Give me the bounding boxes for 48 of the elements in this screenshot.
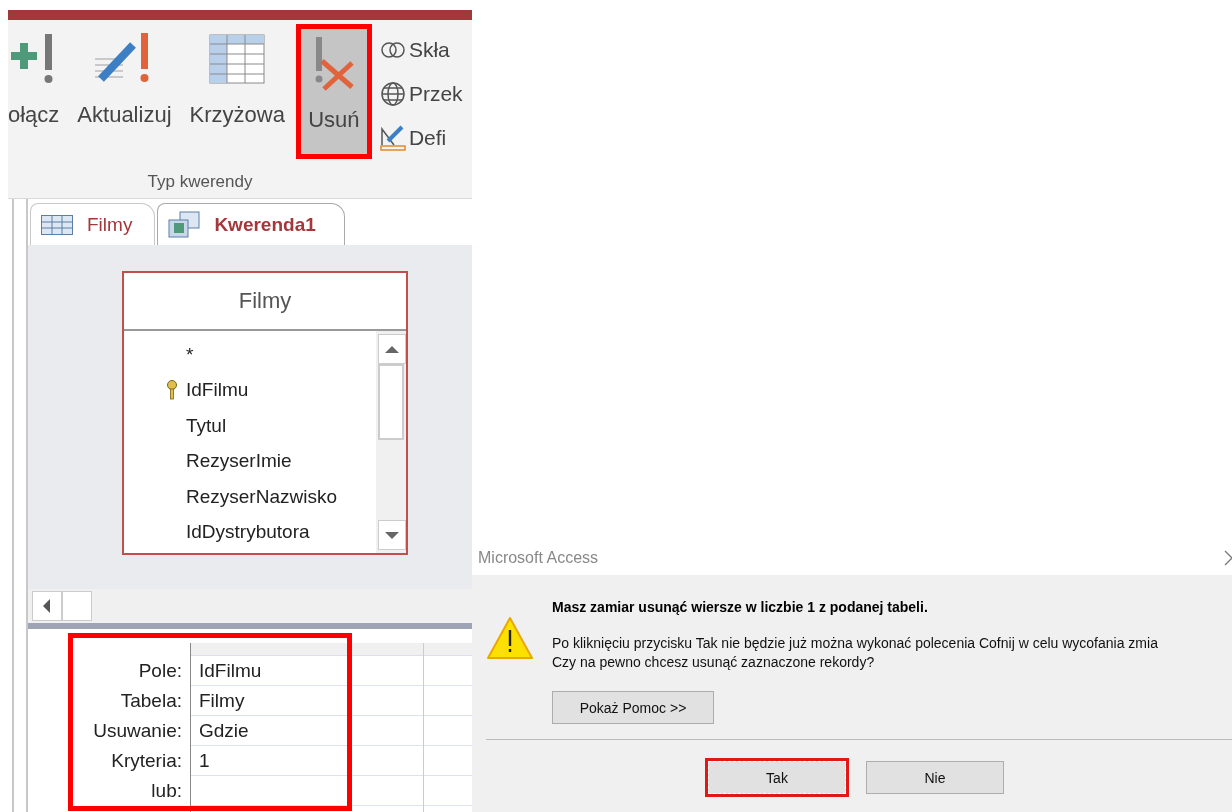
field-name[interactable]: * [186, 343, 194, 366]
scroll-left-icon[interactable] [32, 591, 62, 621]
row-label: Usuwanie: [92, 719, 183, 743]
ribbon-small-button[interactable]: Skła [379, 34, 463, 66]
horizontal-scrollbar[interactable] [28, 589, 472, 623]
dialog-button[interactable]: Nie [866, 761, 1004, 794]
table-title: Filmy [124, 273, 406, 331]
ribbon-small-button[interactable]: Przek [379, 78, 463, 110]
globe-icon [379, 81, 406, 107]
grid-cell[interactable]: IdFilmu [191, 656, 423, 686]
dialog-message: Czy na pewno chcesz usunąć zaznaczone rekordy? [552, 653, 876, 672]
row-label: Tabela: [119, 689, 183, 713]
scroll-up-icon[interactable] [378, 334, 406, 364]
field-name[interactable]: RezyserNazwisko [186, 485, 337, 508]
close-icon[interactable] [1224, 549, 1232, 566]
ribbon-button[interactable]: Usuń [300, 29, 367, 154]
field-name[interactable]: RezyserImie [186, 450, 292, 473]
row-label: lub: [150, 779, 183, 803]
column-selector[interactable] [191, 643, 423, 656]
scroll-down-icon[interactable] [378, 520, 406, 550]
field-name[interactable]: IdDystrybutora [186, 521, 310, 544]
ribbon-button[interactable]: Krzyżowa [182, 24, 292, 149]
group-label: Typ kwerendy [146, 172, 254, 192]
scroll-thumb[interactable] [62, 591, 92, 621]
help-button[interactable]: Pokaż Pomoc >> [552, 691, 714, 724]
vertical-scrollbar[interactable] [376, 331, 406, 553]
ruler-pencil-icon [379, 125, 406, 151]
dialog-message: Po kliknięciu przycisku Tak nie będzie już można wykonać polecenia Cofnij w celu wycofania zmia [552, 634, 1158, 653]
field-name[interactable]: Tytul [186, 414, 227, 437]
dialog-title: Microsoft Access [478, 548, 599, 567]
dialog-heading: Masz zamiar usunąć wiersze w liczbie 1 z podanej tabeli. [552, 599, 929, 615]
grid-cell[interactable]: 1 [191, 746, 423, 776]
ribbon-button[interactable]: ołącz [1, 24, 67, 149]
rings-icon [379, 41, 406, 59]
row-label: Kryteria: [110, 749, 183, 773]
row-label: Pole: [137, 659, 183, 683]
scroll-thumb[interactable] [378, 364, 404, 440]
ribbon-button[interactable]: Aktualizuj [70, 24, 179, 149]
ribbon-small-button[interactable]: Defi [379, 122, 463, 154]
grid-cell[interactable]: Gdzie [191, 716, 423, 746]
field-name[interactable]: IdFilmu [186, 379, 249, 402]
document-tab[interactable]: Kwerenda1 [157, 203, 345, 245]
table-icon [41, 214, 73, 235]
query-icon [168, 210, 201, 239]
dialog-button[interactable]: Tak [708, 761, 846, 794]
warning-icon [486, 616, 534, 660]
document-tab[interactable]: Filmy [30, 203, 156, 245]
grid-cell[interactable]: Filmy [191, 686, 423, 716]
